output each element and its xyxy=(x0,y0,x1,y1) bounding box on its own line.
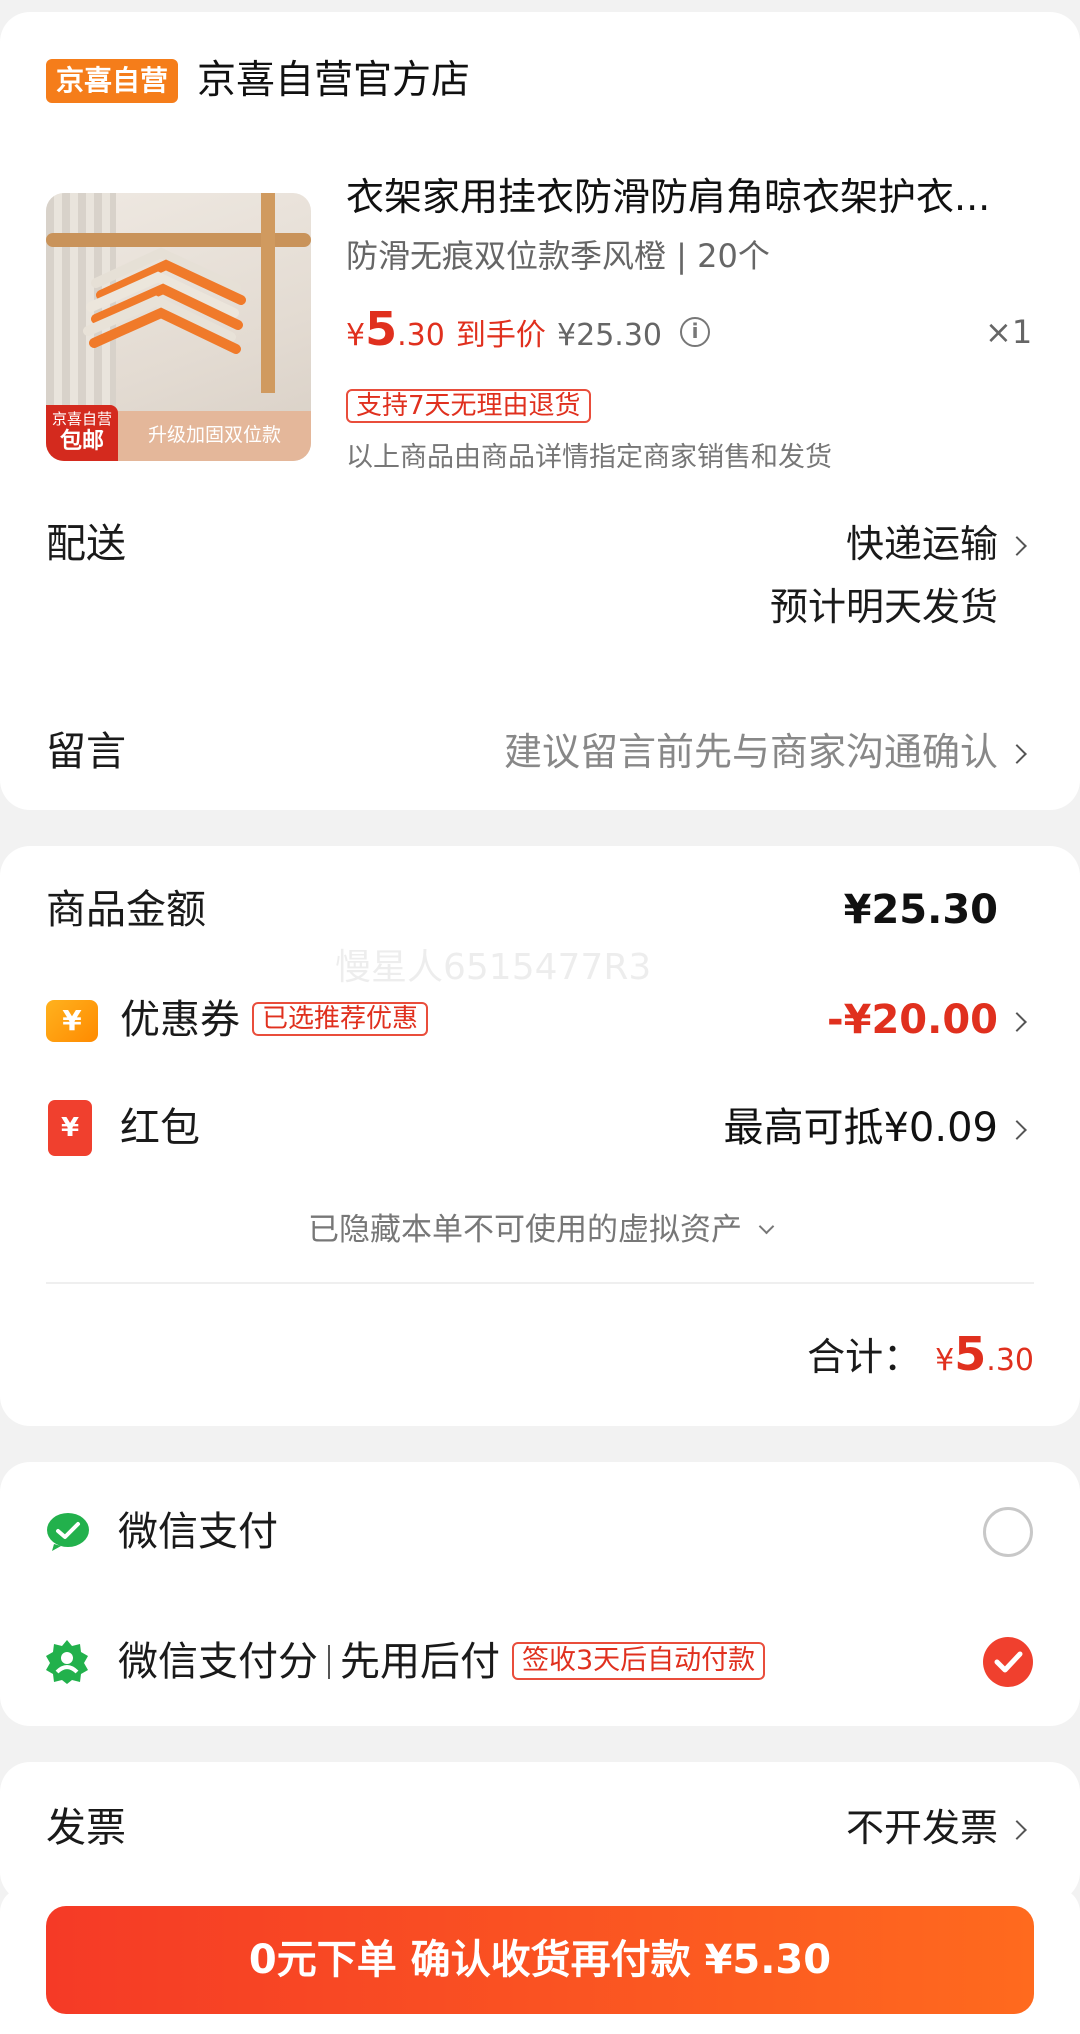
wechat-pay-radio[interactable] xyxy=(983,1507,1033,1557)
coupon-chevron-icon[interactable] xyxy=(1007,1012,1027,1032)
store-name[interactable]: 京喜自营官方店 xyxy=(197,56,470,106)
price-integer: 5 xyxy=(365,302,398,356)
payment-card: 微信支付 微信支付分 先用后付 签收3天后自动付款 xyxy=(0,1462,1080,1726)
store-badge: 京喜自营 xyxy=(46,59,179,103)
separator xyxy=(328,1645,330,1679)
seller-note: 以上商品由商品详情指定商家销售和发货 xyxy=(346,442,832,473)
quantity: ×1 xyxy=(985,313,1033,351)
hangers-illustration xyxy=(83,247,246,354)
order-item-card: 京喜自营 京喜自营官方店 京喜自营 包邮 升级加固双位款 衣架家用挂衣防滑防肩角… xyxy=(0,12,1080,810)
coupon-value[interactable]: -¥20.00 xyxy=(827,992,998,1048)
coupon-tag: 已选推荐优惠 xyxy=(252,1002,429,1036)
product-title[interactable]: 衣架家用挂衣防滑防肩角晾衣架护衣... xyxy=(346,172,1036,222)
watermark: 慢星人6515477R3 xyxy=(335,947,652,988)
pay-later-label: 先用后付 xyxy=(340,1639,500,1685)
price-symbol: ¥ xyxy=(346,318,366,353)
delivery-method[interactable]: 快递运输 xyxy=(846,516,998,572)
hidden-assets-toggle[interactable]: 已隐藏本单不可使用的虚拟资产 xyxy=(0,1208,1080,1257)
total-row: 合计： ¥5.30 xyxy=(807,1324,1034,1395)
amount-label: 商品金额 xyxy=(46,887,206,933)
wechat-pay-label: 微信支付 xyxy=(118,1509,278,1555)
amount-card: 商品金额 ¥25.30 慢星人6515477R3 ¥ 优惠券 已选推荐优惠 -¥… xyxy=(0,846,1080,1426)
redpacket-value[interactable]: 最高可抵¥0.09 xyxy=(723,1100,998,1156)
divider xyxy=(46,1282,1034,1284)
wechat-score-label: 微信支付分 xyxy=(118,1639,318,1685)
wechat-score-icon xyxy=(46,1640,88,1684)
image-caption: 升级加固双位款 xyxy=(148,424,282,446)
coupon-icon: ¥ xyxy=(46,1000,98,1042)
original-price: ¥25.30 xyxy=(557,318,662,353)
image-badge-bottom: 包邮 xyxy=(59,429,104,454)
pay-later-tag: 签收3天后自动付款 xyxy=(512,1642,766,1680)
price-row: ¥5.30 到手价 ¥25.30 xyxy=(346,302,662,362)
checkmark-icon xyxy=(994,1651,1023,1673)
delivery-eta: 预计明天发货 xyxy=(769,585,998,629)
return-policy-tag: 支持7天无理由退货 xyxy=(346,389,591,423)
invoice-chevron-icon[interactable] xyxy=(1007,1820,1027,1840)
total-decimal: .30 xyxy=(986,1343,1034,1378)
amount-value: ¥25.30 xyxy=(843,887,998,933)
hidden-assets-text: 已隐藏本单不可使用的虚拟资产 xyxy=(307,1212,742,1248)
submit-order-button[interactable]: 0元下单 确认收货再付款 ¥5.30 xyxy=(46,1906,1034,2014)
price-tag: 到手价 xyxy=(455,318,546,353)
invoice-card[interactable]: 发票 不开发票 xyxy=(0,1762,1080,1902)
info-icon[interactable]: i xyxy=(680,317,710,347)
wechat-pay-icon xyxy=(47,1513,89,1551)
product-spec: 防滑无痕双位款季风橙 | 20个 xyxy=(346,237,770,275)
message-label: 留言 xyxy=(46,729,126,775)
delivery-chevron-icon[interactable] xyxy=(1007,536,1027,556)
product-image[interactable]: 京喜自营 包邮 升级加固双位款 xyxy=(46,193,311,461)
wechat-score-row: 微信支付分 先用后付 xyxy=(118,1634,500,1698)
wechat-score-radio-selected[interactable] xyxy=(983,1637,1033,1687)
image-badge-top: 京喜自营 xyxy=(51,410,112,428)
price-decimal: .30 xyxy=(397,318,445,353)
chevron-down-icon xyxy=(758,1218,775,1235)
redpacket-chevron-icon[interactable] xyxy=(1007,1120,1027,1140)
redpacket-icon: ¥ xyxy=(48,1100,92,1156)
redpacket-label: 红包 xyxy=(120,1105,200,1151)
coupon-label: 优惠券 xyxy=(120,997,240,1043)
invoice-value[interactable]: 不开发票 xyxy=(846,1800,998,1856)
invoice-label: 发票 xyxy=(46,1805,126,1851)
image-badge-box: 京喜自营 包邮 xyxy=(46,405,118,461)
total-label: 合计： xyxy=(807,1335,922,1379)
delivery-label: 配送 xyxy=(46,521,126,567)
message-chevron-icon[interactable] xyxy=(1007,744,1027,764)
total-integer: 5 xyxy=(954,1327,987,1381)
total-symbol: ¥ xyxy=(935,1343,955,1378)
message-input[interactable]: 建议留言前先与商家沟通确认 xyxy=(504,724,998,780)
